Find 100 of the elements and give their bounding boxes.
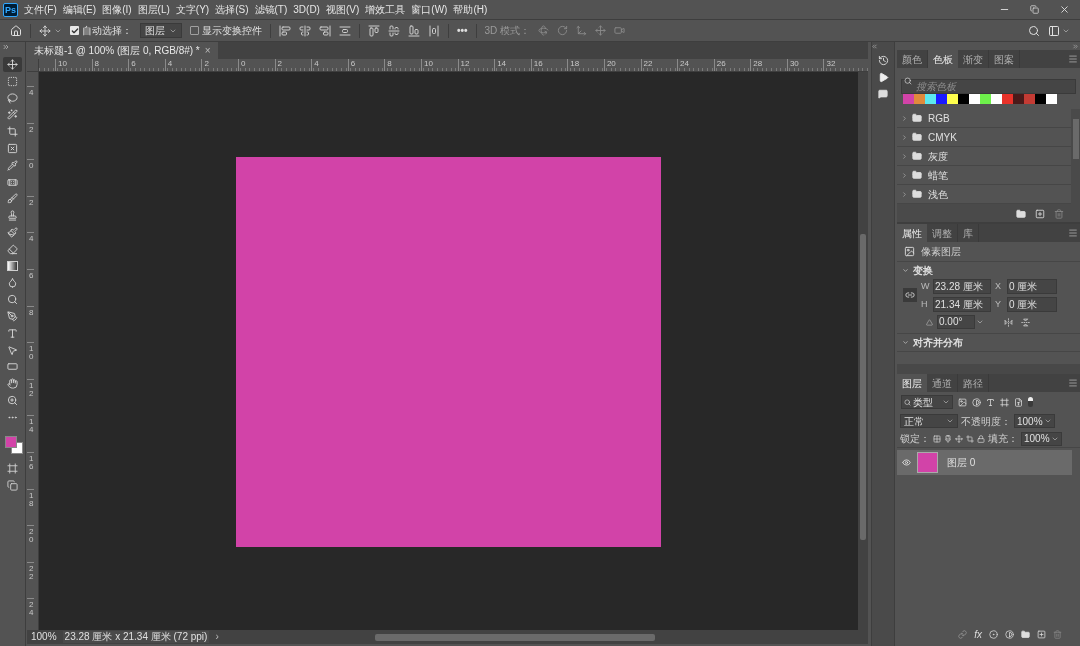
distribute-icon[interactable] [339, 24, 351, 37]
new-layer-icon[interactable] [1037, 630, 1046, 639]
scrollbar-thumb[interactable] [1072, 119, 1079, 159]
menu-item[interactable]: 帮助(H) [452, 2, 489, 17]
foreground-color-swatch[interactable] [4, 435, 17, 448]
filter-dropdown[interactable]: 类型 [901, 395, 953, 409]
lock-all-icon[interactable] [977, 434, 985, 443]
menu-item[interactable]: 3D(D) [292, 2, 321, 17]
smart-object-filter-icon[interactable] [1014, 397, 1023, 407]
panel-tab[interactable]: 调整 [927, 224, 958, 242]
lock-paint-icon[interactable] [944, 434, 952, 443]
checkbox[interactable] [70, 26, 79, 35]
color-swatch[interactable] [1024, 93, 1035, 104]
chevron-right-icon[interactable] [901, 190, 908, 198]
color-swatch[interactable] [925, 93, 936, 104]
adjustment-filter-icon[interactable] [972, 397, 981, 407]
panel-tab[interactable]: 通道 [927, 374, 958, 392]
color-swatch[interactable] [991, 93, 1002, 104]
menu-item[interactable]: 视图(V) [324, 2, 361, 17]
flip-horizontal-icon[interactable] [1004, 317, 1013, 327]
fill-field[interactable]: 100% [1021, 431, 1062, 446]
panel-tab[interactable]: 库 [958, 224, 979, 242]
chevron-right-icon[interactable] [901, 171, 908, 179]
section-header[interactable]: 对齐并分布 [897, 334, 1080, 351]
menu-item[interactable]: 文字(Y) [174, 2, 211, 17]
swatch-group[interactable]: CMYK [897, 128, 1071, 147]
color-swatch[interactable] [1013, 93, 1024, 104]
layer-row[interactable]: 图层 0 [897, 450, 1072, 475]
menu-item[interactable]: 图层(L) [136, 2, 171, 17]
3d-tool-icon[interactable] [576, 25, 588, 36]
more-options-button[interactable]: ••• [457, 23, 468, 38]
3d-tool-icon[interactable] [538, 25, 550, 36]
adjustment-layer-icon[interactable] [1005, 630, 1014, 639]
chevron-down-icon[interactable] [902, 339, 909, 346]
align-top-icon[interactable] [368, 24, 380, 37]
color-swatch[interactable] [980, 93, 991, 104]
move-tool-icon[interactable] [3, 57, 22, 72]
panel-menu-icon[interactable] [1068, 228, 1078, 238]
align-right-icon[interactable] [319, 24, 331, 37]
home-icon[interactable] [10, 24, 22, 37]
align-center-icon[interactable] [299, 24, 311, 37]
collapse-icon[interactable] [871, 42, 878, 50]
color-swatch[interactable] [1035, 93, 1046, 104]
layer-style-button[interactable]: fx [974, 627, 982, 642]
status-menu-arrow[interactable]: › [215, 631, 219, 643]
move-tool-icon[interactable] [39, 24, 51, 37]
collapse-icon[interactable] [1072, 42, 1079, 50]
color-swatch[interactable] [903, 93, 914, 104]
lock-artboard-icon[interactable] [966, 434, 974, 443]
chevron-down-icon[interactable] [976, 318, 984, 326]
shape-filter-icon[interactable] [1000, 397, 1009, 407]
3d-tool-icon[interactable] [614, 25, 626, 36]
panel-tab[interactable]: 图案 [989, 50, 1020, 68]
dimension-field[interactable]: 23.28 厘米 [933, 279, 991, 294]
dimension-field[interactable]: 0 厘米 [1007, 279, 1057, 294]
dimension-field[interactable]: 0 厘米 [1007, 297, 1057, 312]
swatch-group[interactable]: 灰度 [897, 147, 1071, 166]
chevron-right-icon[interactable] [901, 152, 908, 160]
lock-pixels-icon[interactable] [933, 434, 941, 443]
app-logo[interactable]: Ps [3, 2, 18, 17]
panel-menu-icon[interactable] [1068, 378, 1078, 388]
menu-item[interactable]: 滤镜(T) [253, 2, 289, 17]
swatch-search-field[interactable]: 搜索色板 [901, 79, 1076, 94]
menu-item[interactable]: 选择(S) [214, 2, 250, 17]
delete-icon[interactable] [1054, 209, 1064, 219]
color-swatch[interactable] [969, 93, 980, 104]
panel-tab[interactable]: 色板 [928, 50, 958, 68]
link-icon[interactable] [903, 288, 917, 302]
chevron-down-icon[interactable] [902, 267, 909, 274]
new-swatch-icon[interactable] [1035, 209, 1045, 219]
panel-tab[interactable]: 路径 [958, 374, 989, 392]
checkbox[interactable] [190, 26, 199, 35]
color-swatch[interactable] [914, 93, 925, 104]
chevron-right-icon[interactable] [901, 133, 908, 141]
panel-menu-icon[interactable] [1068, 54, 1078, 64]
swatch-group[interactable]: 蜡笔 [897, 166, 1071, 185]
visibility-icon[interactable] [902, 458, 911, 467]
panel-tab[interactable]: 属性 [897, 224, 927, 242]
image-filter-icon[interactable] [958, 397, 967, 407]
menu-item[interactable]: 文件(F) [23, 2, 58, 17]
color-swatch[interactable] [1002, 93, 1013, 104]
swatch-group[interactable]: RGB [897, 109, 1071, 128]
menu-item[interactable]: 增效工具 [364, 2, 407, 17]
panel-tab[interactable]: 渐变 [958, 50, 989, 68]
panel-tab[interactable]: 图层 [897, 374, 927, 392]
comment-icon[interactable] [878, 89, 888, 99]
new-group-icon[interactable] [1021, 630, 1030, 639]
menu-item[interactable]: 窗口(W) [410, 2, 449, 17]
mask-icon[interactable] [989, 630, 998, 639]
menu-item[interactable]: 图像(I) [101, 2, 133, 17]
dimension-field[interactable]: 21.34 厘米 [933, 297, 991, 312]
color-swatch[interactable] [958, 93, 969, 104]
color-swatch[interactable] [1046, 93, 1057, 104]
chevron-down-icon[interactable] [946, 417, 954, 425]
menu-item[interactable]: 编辑(E) [61, 2, 98, 17]
delete-icon[interactable] [1053, 630, 1062, 639]
align-left-icon[interactable] [279, 24, 291, 37]
chevron-right-icon[interactable] [901, 114, 908, 122]
color-swatch[interactable] [947, 93, 958, 104]
vertical-scrollbar[interactable] [858, 72, 868, 630]
